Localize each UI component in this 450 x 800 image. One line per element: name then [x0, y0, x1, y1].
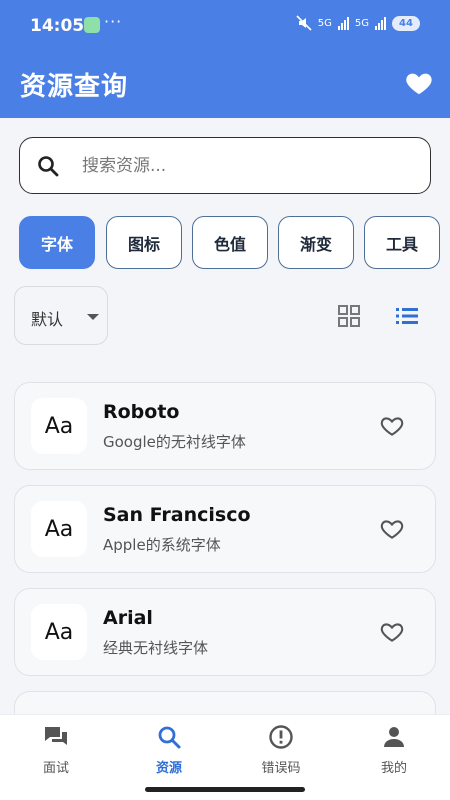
heart-outline-icon[interactable]	[379, 619, 405, 645]
search-icon	[38, 156, 59, 177]
resource-card[interactable]: Aa Arial 经典无衬线字体	[14, 588, 436, 676]
sort-selected-label: 默认	[31, 310, 64, 329]
chevron-down-icon	[87, 314, 99, 320]
favorites-heart-icon[interactable]	[404, 68, 434, 98]
search-box[interactable]	[19, 137, 431, 194]
category-chips: 字体 图标 色值 渐变 工具	[19, 216, 450, 270]
chip-color[interactable]: 色值	[192, 216, 268, 269]
signal-icon-2	[375, 16, 386, 30]
resource-description: 经典无衬线字体	[103, 639, 209, 657]
search-input[interactable]	[82, 148, 412, 184]
home-indicator	[145, 787, 305, 792]
network-label-1: 5G	[317, 17, 332, 29]
status-bar: 14:05 ··· 5G 5G 44	[0, 0, 450, 52]
resource-card[interactable]: Aa Roboto Google的无衬线字体	[14, 382, 436, 470]
signal-icon	[337, 16, 349, 30]
chat-icon	[45, 727, 67, 745]
resource-description: Apple的系统字体	[103, 536, 221, 554]
resource-name: Roboto	[103, 401, 180, 423]
status-right: 5G 5G 44	[296, 15, 420, 31]
mute-icon	[296, 15, 312, 31]
network-label-2: 5G	[354, 17, 369, 29]
resource-card[interactable]: Aa San Francisco Apple的系统字体	[14, 485, 436, 573]
sort-dropdown[interactable]: 默认	[14, 286, 108, 345]
app-header: 14:05 ··· 5G 5G 44 资源查询	[0, 0, 450, 118]
search-icon	[158, 726, 181, 749]
font-preview-thumb: Aa	[31, 604, 87, 660]
nav-label: 错误码	[261, 761, 301, 776]
page-title: 资源查询	[20, 72, 129, 102]
list-view-icon[interactable]	[395, 305, 419, 327]
chip-gradient[interactable]: 渐变	[278, 216, 354, 269]
chip-tools[interactable]: 工具	[364, 216, 440, 269]
heart-outline-icon[interactable]	[379, 413, 405, 439]
nav-label: 资源	[155, 761, 182, 776]
nav-label: 面试	[42, 761, 69, 776]
nav-item-profile[interactable]: 我的	[349, 723, 439, 779]
font-preview-thumb: Aa	[31, 501, 87, 557]
alert-circle-icon	[269, 725, 293, 749]
notification-app-icon	[84, 17, 100, 33]
status-time: 14:05	[30, 16, 85, 36]
more-notifications-icon: ···	[104, 12, 123, 31]
nav-item-interview[interactable]: 面试	[11, 723, 101, 779]
resource-name: San Francisco	[103, 504, 251, 526]
nav-item-error-codes[interactable]: 错误码	[236, 723, 326, 779]
heart-outline-icon[interactable]	[379, 516, 405, 542]
resource-name: Arial	[103, 607, 153, 629]
chip-font[interactable]: 字体	[19, 216, 95, 269]
grid-view-icon[interactable]	[337, 304, 361, 328]
chip-icon[interactable]: 图标	[106, 216, 182, 269]
nav-label: 我的	[380, 761, 407, 776]
person-icon	[384, 727, 404, 747]
nav-item-resources[interactable]: 资源	[124, 723, 214, 779]
battery-icon: 44	[392, 15, 420, 31]
resource-description: Google的无衬线字体	[103, 433, 246, 451]
font-preview-thumb: Aa	[31, 398, 87, 454]
